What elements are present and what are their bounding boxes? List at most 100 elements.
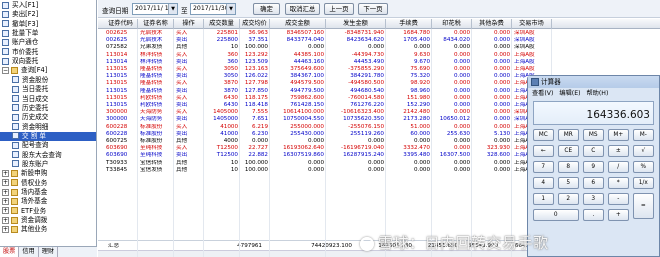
- tree-item[interactable]: 买入[F1]: [0, 1, 96, 10]
- memory-add-button[interactable]: M+: [608, 129, 629, 141]
- memory-store-button[interactable]: MS: [583, 129, 604, 141]
- table-row[interactable]: 072582 兄弟发债 其他 10 100.000 0.000 0.000 0.000 0.00…: [98, 44, 660, 51]
- expand-icon[interactable]: +: [2, 216, 9, 224]
- memory-clear-button[interactable]: MC: [533, 129, 554, 141]
- dropdown-arrow-icon[interactable]: ▼: [168, 4, 177, 14]
- percent-button[interactable]: %: [633, 161, 654, 173]
- column-header-qty[interactable]: 成交数量: [204, 19, 240, 29]
- cell-amount: 759862.600: [290, 94, 324, 101]
- column-header-fee[interactable]: 手续费: [386, 19, 432, 29]
- collapse-icon[interactable]: −: [2, 66, 9, 74]
- tree-item[interactable]: + 其他业务: [0, 225, 96, 234]
- prev-page-button[interactable]: 上一页: [324, 3, 354, 15]
- tree-item[interactable]: + 场内基金: [0, 188, 96, 197]
- table-row[interactable]: 113014 林洋转债 卖出 360 123.509 44463.160 44453.490…: [98, 59, 660, 66]
- digit-0-button[interactable]: 0: [533, 209, 579, 221]
- tree-item-label: 其他业务: [21, 225, 48, 234]
- cell-price: 0.000: [251, 138, 268, 144]
- end-date-picker[interactable]: 2017/11/30 ▼: [190, 3, 236, 15]
- column-header-stamp[interactable]: 印花税: [432, 19, 472, 29]
- backspace-button[interactable]: ←: [533, 145, 554, 157]
- tree-tab[interactable]: 信用: [19, 247, 39, 257]
- memory-recall-button[interactable]: MR: [558, 129, 579, 141]
- memory-subtract-button[interactable]: M-: [633, 129, 654, 141]
- table-row[interactable]: 002625 光启技术 卖出 225800 37.351 8433774.040 84236…: [98, 37, 660, 44]
- digit-6-button[interactable]: 6: [583, 177, 604, 189]
- calculator-titlebar[interactable]: 计算器: [528, 76, 659, 88]
- cell-op: 卖出: [176, 102, 188, 108]
- expand-icon[interactable]: +: [2, 207, 9, 215]
- menu-help[interactable]: 帮助(H): [587, 90, 609, 97]
- tree-item[interactable]: 历史成交: [0, 113, 96, 122]
- column-header-amount[interactable]: 成交金额: [270, 19, 326, 29]
- decimal-button[interactable]: .: [583, 209, 604, 221]
- expand-icon[interactable]: +: [2, 169, 9, 177]
- cancel-summary-button[interactable]: 取消汇总: [285, 3, 320, 15]
- tree-item[interactable]: 当日委托: [0, 85, 96, 94]
- menu-edit[interactable]: 编辑(E): [559, 90, 580, 97]
- tree-item[interactable]: 交 割 单: [0, 131, 96, 141]
- menu-view[interactable]: 查看(V): [532, 90, 553, 97]
- confirm-button[interactable]: 确定: [253, 3, 280, 15]
- tree-item[interactable]: 批量下单: [0, 29, 96, 38]
- column-header-market[interactable]: 交易市场: [512, 19, 552, 29]
- tree-item[interactable]: 当日成交: [0, 95, 96, 104]
- multiply-button[interactable]: *: [608, 177, 629, 189]
- digit-3-button[interactable]: 3: [583, 193, 604, 205]
- next-page-button[interactable]: 下一页: [358, 3, 388, 15]
- clear-button[interactable]: C: [583, 145, 604, 157]
- cell-occur: -255076.150: [348, 123, 384, 130]
- tree-item[interactable]: − 查询[F4]: [0, 66, 96, 75]
- digit-1-button[interactable]: 1: [533, 193, 554, 205]
- start-date-picker[interactable]: 2017/11/ 1 ▼: [132, 3, 178, 15]
- digit-4-button[interactable]: 4: [533, 177, 554, 189]
- digit-8-button[interactable]: 8: [558, 161, 579, 173]
- column-header-name[interactable]: 证券名称: [138, 19, 174, 29]
- sqrt-button[interactable]: √: [633, 145, 654, 157]
- reciprocal-button[interactable]: 1/x: [633, 177, 654, 189]
- tree-tab[interactable]: 理财: [39, 247, 59, 257]
- column-header-other[interactable]: 其他杂费: [472, 19, 512, 29]
- tree-item[interactable]: + 新股申购: [0, 169, 96, 178]
- tree-item[interactable]: 股东账户: [0, 160, 96, 169]
- tree-item[interactable]: + 债权业务: [0, 179, 96, 188]
- cell-name: 光启技术: [140, 37, 163, 44]
- tree-item[interactable]: + 资金调拨: [0, 216, 96, 225]
- column-header-occur[interactable]: 发生金额: [326, 19, 386, 29]
- tree-item[interactable]: 资金股份: [0, 76, 96, 85]
- subtract-button[interactable]: -: [608, 193, 629, 205]
- tree-item[interactable]: 卖出[F2]: [0, 10, 96, 19]
- table-row[interactable]: 002625 光启技术 买入 225801 36.963 8346507.160 -8348…: [98, 30, 660, 37]
- expand-icon[interactable]: +: [2, 197, 9, 205]
- table-row[interactable]: 113014 林洋转债 买入 360 123.292 44385.100 -44394.73…: [98, 52, 660, 59]
- calculator-window[interactable]: 计算器 查看(V) 编辑(E) 帮助(H) 164336.603 MC MR MS M…: [527, 75, 660, 257]
- add-button[interactable]: +: [608, 209, 629, 221]
- tree-item[interactable]: 账户通仓: [0, 38, 96, 47]
- column-header-op[interactable]: 操作: [174, 19, 204, 29]
- digit-5-button[interactable]: 5: [558, 177, 579, 189]
- tree-item[interactable]: 历史委托: [0, 104, 96, 113]
- digit-9-button[interactable]: 9: [583, 161, 604, 173]
- tree-item[interactable]: 股东大会查询: [0, 151, 96, 160]
- tree-item[interactable]: + ETF业务: [0, 207, 96, 216]
- sign-toggle-button[interactable]: ±: [608, 145, 629, 157]
- column-header-price[interactable]: 成交均价: [240, 19, 270, 29]
- tree-item[interactable]: 双向委托: [0, 57, 96, 66]
- expand-icon[interactable]: +: [2, 188, 9, 196]
- expand-icon[interactable]: +: [2, 179, 9, 187]
- tree-item[interactable]: 配号查询: [0, 141, 96, 150]
- table-row[interactable]: 113015 隆基转债 买入 3050 123.163 375649.600 -375855…: [98, 66, 660, 73]
- clear-entry-button[interactable]: CE: [558, 145, 579, 157]
- tree-tab[interactable]: 股票: [0, 247, 20, 257]
- expand-icon[interactable]: +: [2, 225, 9, 233]
- tree-item[interactable]: 市价委托: [0, 48, 96, 57]
- tree-item[interactable]: + 场外基金: [0, 197, 96, 206]
- tree-item[interactable]: 撤单[F3]: [0, 20, 96, 29]
- digit-7-button[interactable]: 7: [533, 161, 554, 173]
- dropdown-arrow-icon[interactable]: ▼: [226, 4, 235, 14]
- tree-item[interactable]: 资金明细: [0, 123, 96, 132]
- equals-button[interactable]: =: [633, 193, 654, 219]
- column-header-code[interactable]: 证券代码: [104, 19, 138, 29]
- divide-button[interactable]: /: [608, 161, 629, 173]
- digit-2-button[interactable]: 2: [558, 193, 579, 205]
